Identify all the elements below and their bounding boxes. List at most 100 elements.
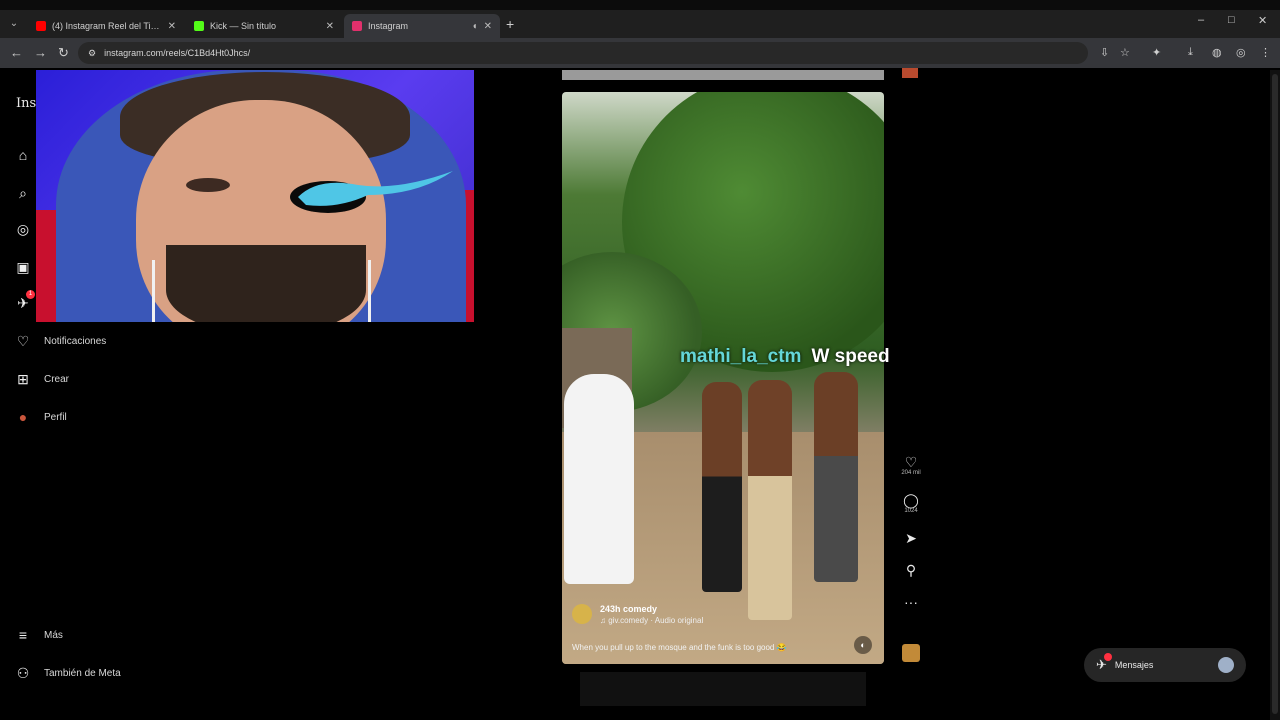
sidebar-item-create[interactable]: ⊞ Crear xyxy=(14,370,69,388)
save-button[interactable]: ⚲ xyxy=(898,562,924,578)
settings-icon[interactable]: ◎ xyxy=(1236,46,1246,59)
sidebar-item-notifications[interactable]: ♡ Notificaciones xyxy=(14,332,107,350)
scrollbar-thumb[interactable] xyxy=(1272,74,1278,714)
reel-menu-thumb[interactable] xyxy=(902,68,918,78)
reel-caption: When you pull up to the mosque and the f… xyxy=(572,643,787,652)
search-icon: ⌕ xyxy=(19,184,27,201)
tab-1[interactable]: Kick — Sin título ✕ xyxy=(186,14,342,38)
kick-favicon-icon xyxy=(194,21,204,31)
eye xyxy=(186,178,230,192)
maximize-button[interactable]: □ xyxy=(1228,14,1235,26)
like-button[interactable]: ♡ 204 mil xyxy=(898,454,924,476)
webcam-overlay xyxy=(36,70,474,322)
browser-window: ⌄ (4) Instagram Reel del Tiempo ✕ Kick —… xyxy=(0,0,1280,720)
sidebar-item-explore[interactable]: ◎ xyxy=(14,220,32,238)
sidebar-item-messages[interactable]: ✈ 1 xyxy=(14,290,35,312)
meta-icon: ⚇ xyxy=(16,664,30,681)
reload-button[interactable]: ↻ xyxy=(58,45,69,61)
previous-reel-edge[interactable] xyxy=(562,70,884,80)
create-icon: ⊞ xyxy=(17,370,29,387)
tab-2[interactable]: Instagram ◖ ✕ xyxy=(344,14,500,38)
url-text: instagram.com/reels/C1Bd4Ht0Jhcs/ xyxy=(104,48,251,58)
person xyxy=(814,372,858,582)
share-button[interactable]: ➤ xyxy=(898,530,924,546)
avatar xyxy=(1218,657,1234,673)
stream-chat-message: mathi_la_ctm W speed xyxy=(680,346,890,368)
sidebar-item-search[interactable]: ⌕ xyxy=(14,184,32,202)
mute-tab-icon[interactable]: ◖ xyxy=(472,21,478,32)
bookmark-icon[interactable]: ☆ xyxy=(1120,46,1130,59)
person-in-robe xyxy=(564,374,634,584)
comment-button[interactable]: ◯ 1024 xyxy=(898,492,924,514)
person xyxy=(748,380,792,620)
tab-title: Instagram xyxy=(368,21,409,31)
reel-actions: ♡ 204 mil ◯ 1024 ➤ ⚲ ··· xyxy=(898,454,924,626)
person xyxy=(702,382,742,592)
messages-label: Mensajes xyxy=(1114,660,1154,670)
mute-icon[interactable]: ◐ xyxy=(854,636,872,654)
site-info-icon[interactable]: ⚙ xyxy=(88,48,96,59)
profile-icon[interactable]: ◍ xyxy=(1212,46,1222,59)
sidebar-item-label: También de Meta xyxy=(44,667,121,679)
close-window-button[interactable]: ✕ xyxy=(1258,14,1267,27)
like-count: 204 mil xyxy=(901,470,921,476)
sidebar-item-home[interactable]: ⌂ xyxy=(14,146,32,164)
earphone-wire xyxy=(152,260,155,322)
tab-strip: ⌄ (4) Instagram Reel del Tiempo ✕ Kick —… xyxy=(0,0,1280,38)
sidebar-item-reels[interactable]: ▣ xyxy=(14,258,32,276)
menu-icon[interactable]: ⋮ xyxy=(1260,46,1271,59)
tab-search-icon[interactable]: ⌄ xyxy=(6,16,22,32)
author-name[interactable]: 243h comedy xyxy=(600,604,703,614)
notification-badge: 1 xyxy=(26,290,35,299)
instagram-favicon-icon xyxy=(352,21,362,31)
profile-avatar-icon: ● xyxy=(18,409,28,425)
more-options-button[interactable]: ··· xyxy=(898,594,924,610)
sidebar-item-label: Más xyxy=(44,629,63,641)
explore-icon: ◎ xyxy=(16,220,30,237)
messages-icon: ✈ xyxy=(1096,653,1112,673)
sidebar-item-meta[interactable]: ⚇ También de Meta xyxy=(14,664,121,682)
close-tab-icon[interactable]: ✕ xyxy=(326,21,334,32)
like-icon: ♡ xyxy=(904,454,918,470)
comment-count: 1024 xyxy=(904,508,918,514)
back-button[interactable]: ← xyxy=(10,45,23,60)
downloads-icon[interactable]: ⤓ xyxy=(1188,46,1193,59)
extensions-icon[interactable]: ✦ xyxy=(1152,46,1161,59)
beard xyxy=(166,245,366,322)
reel-author[interactable]: 243h comedy ♫ giv.comedy · Audio origina… xyxy=(572,604,703,625)
instagram-logo[interactable]: Ins xyxy=(16,96,36,111)
minimize-button[interactable]: – xyxy=(1198,14,1204,26)
messages-icon: ✈ 1 xyxy=(14,290,35,312)
chat-text: W speed xyxy=(811,346,890,367)
reel-video[interactable]: 243h comedy ♫ giv.comedy · Audio origina… xyxy=(562,92,884,664)
tab-title: Kick — Sin título xyxy=(210,21,277,31)
hamburger-icon: ≡ xyxy=(18,627,28,643)
eye-scribble-sticker xyxy=(290,171,453,213)
sidebar-item-label: Perfil xyxy=(44,411,67,423)
home-icon: ⌂ xyxy=(18,147,28,163)
close-tab-icon[interactable]: ✕ xyxy=(168,21,176,32)
youtube-favicon-icon xyxy=(36,21,46,31)
sidebar-item-more[interactable]: ≡ Más xyxy=(14,626,63,644)
author-avatar[interactable] xyxy=(572,604,592,624)
install-icon[interactable]: ⇩ xyxy=(1100,46,1109,59)
audio-thumbnail[interactable] xyxy=(902,644,920,662)
messages-button[interactable]: ✈ Mensajes xyxy=(1084,648,1246,682)
tab-title: (4) Instagram Reel del Tiempo xyxy=(52,21,162,31)
sidebar-item-profile[interactable]: ● Perfil xyxy=(14,408,67,426)
audio-label[interactable]: ♫ giv.comedy · Audio original xyxy=(600,616,703,625)
close-tab-icon[interactable]: ✕ xyxy=(484,21,492,32)
heart-icon: ♡ xyxy=(16,332,30,349)
tab-0[interactable]: (4) Instagram Reel del Tiempo ✕ xyxy=(28,14,184,38)
new-tab-button[interactable]: + xyxy=(506,16,514,32)
notification-dot xyxy=(1104,653,1112,661)
more-icon: ··· xyxy=(904,594,918,610)
earphone-wire xyxy=(368,260,371,322)
browser-toolbar: ← → ↻ ⚙ instagram.com/reels/C1Bd4Ht0Jhcs… xyxy=(0,38,1280,68)
comment-icon: ◯ xyxy=(903,492,919,508)
save-icon: ⚲ xyxy=(905,562,917,578)
address-bar[interactable]: ⚙ instagram.com/reels/C1Bd4Ht0Jhcs/ xyxy=(78,42,1088,64)
forward-button[interactable]: → xyxy=(34,45,47,60)
chat-username: mathi_la_ctm xyxy=(680,346,802,367)
next-reel-preview[interactable] xyxy=(580,672,866,706)
